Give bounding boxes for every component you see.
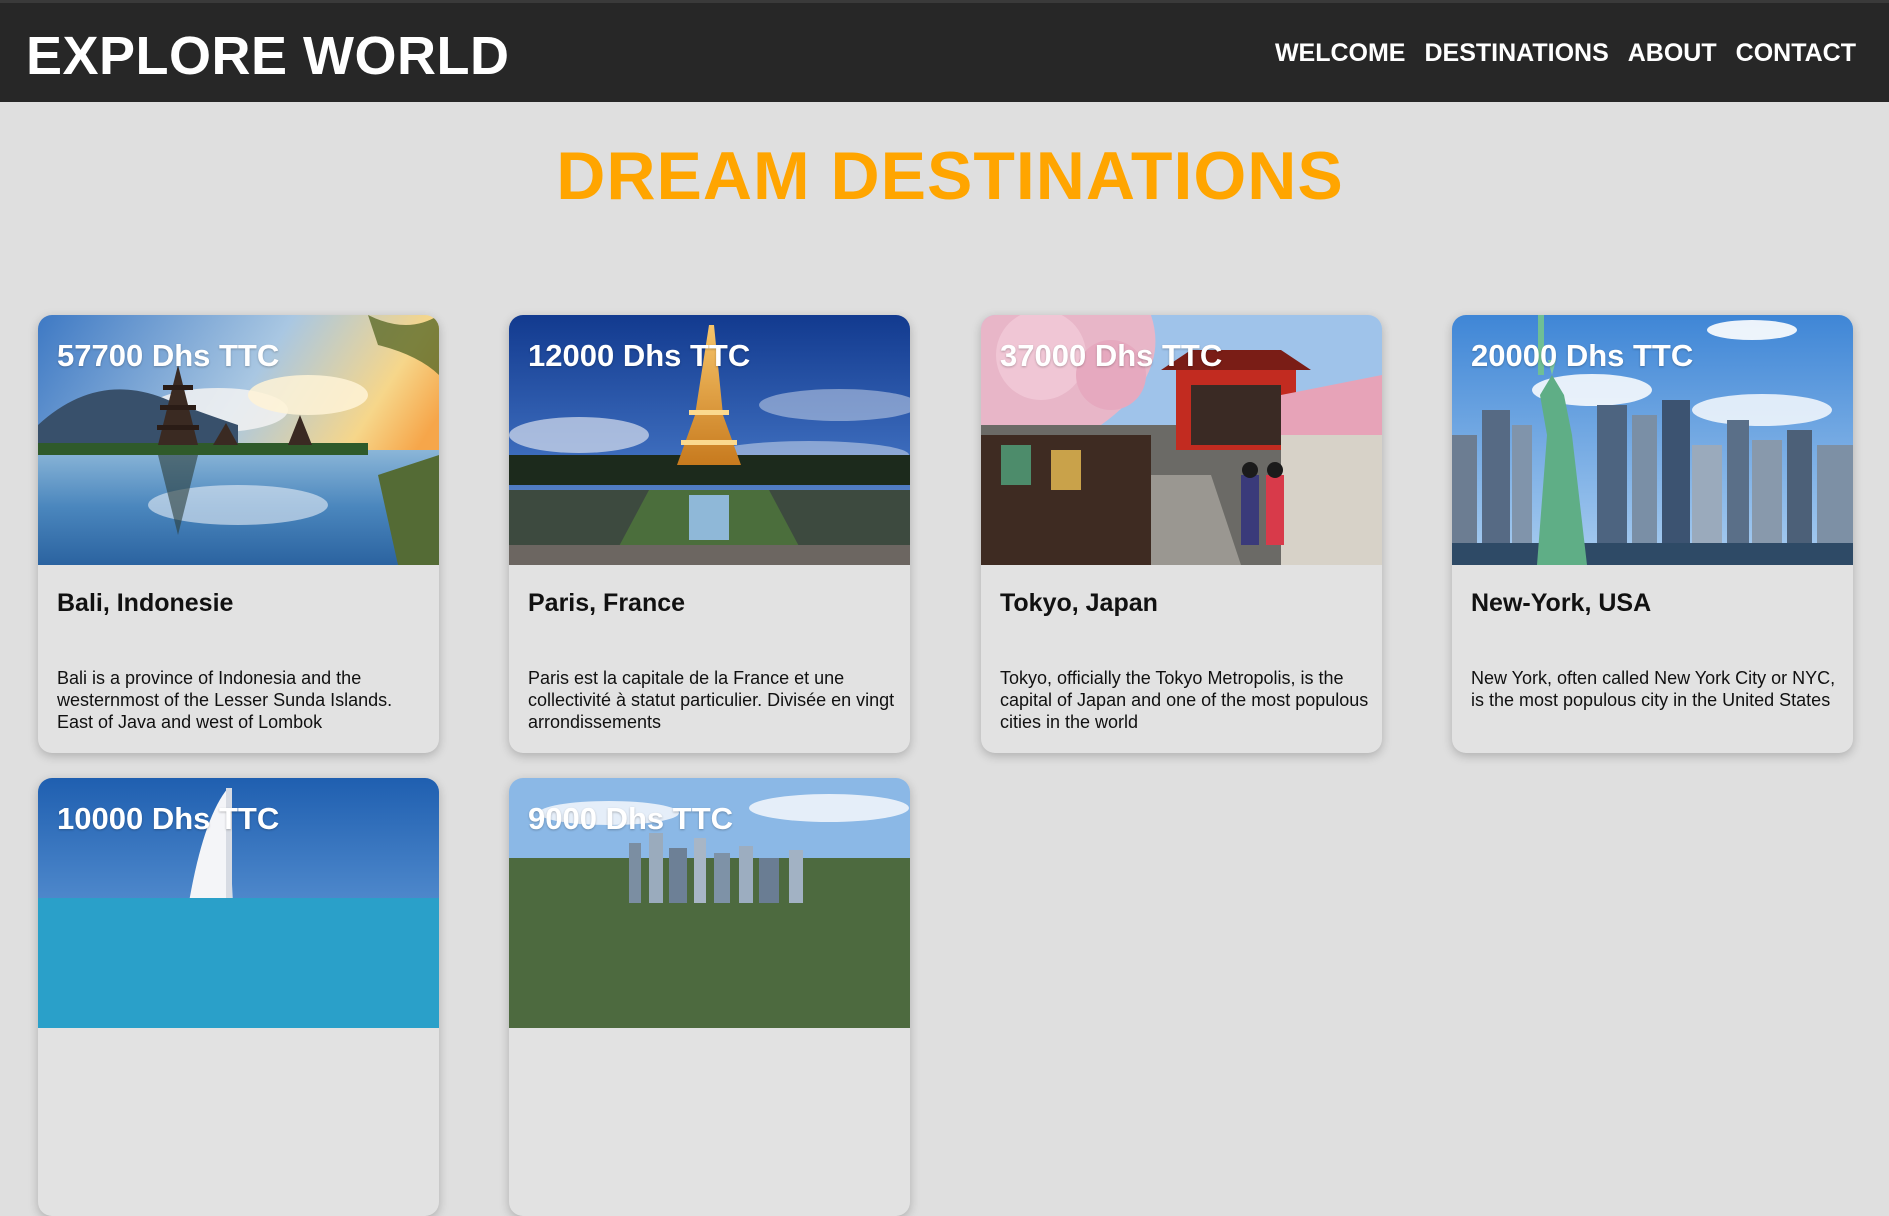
price-label: 12000 Dhs TTC	[528, 338, 751, 373]
destination-card-tokyo[interactable]: 37000 Dhs TTC Tokyo, Japan Tokyo, offici…	[981, 315, 1382, 753]
card-description: Paris est la capitale de la France et un…	[528, 668, 895, 732]
card-image: 10000 Dhs TTC	[38, 778, 439, 1028]
top-navbar: EXPLORE WORLD WELCOME DESTINATIONS ABOUT…	[0, 0, 1889, 102]
nav-link-welcome[interactable]: WELCOME	[1275, 39, 1406, 68]
card-title: Tokyo, Japan	[1000, 589, 1158, 617]
card-title: Paris, France	[528, 589, 686, 617]
price-label: 10000 Dhs TTC	[57, 801, 280, 836]
main-nav: WELCOME DESTINATIONS ABOUT CONTACT	[1275, 39, 1856, 68]
destination-card-bali[interactable]: 57700 Dhs TTC Bali, Indonesie Bali is a …	[38, 315, 439, 753]
card-description: Tokyo, officially the Tokyo Metropolis, …	[1000, 668, 1369, 732]
page-title: DREAM DESTINATIONS	[556, 138, 1344, 214]
nav-link-destinations[interactable]: DESTINATIONS	[1424, 39, 1608, 68]
card-image: 57700 Dhs TTC	[38, 315, 439, 565]
card-title: New-York, USA	[1471, 589, 1652, 617]
nav-link-contact[interactable]: CONTACT	[1736, 39, 1856, 68]
card-description: Bali is a province of Indonesia and the …	[57, 668, 393, 732]
price-label: 37000 Dhs TTC	[1000, 338, 1223, 373]
price-label: 20000 Dhs TTC	[1471, 338, 1694, 373]
card-title: Bali, Indonesie	[57, 589, 234, 617]
price-label: 57700 Dhs TTC	[57, 338, 280, 373]
card-image: 20000 Dhs TTC	[1452, 315, 1853, 565]
card-image: 9000 Dhs TTC	[509, 778, 910, 1028]
destination-card-paris[interactable]: 12000 Dhs TTC Paris, France Paris est la…	[509, 315, 910, 753]
destination-card-dubai[interactable]: 10000 Dhs TTC	[38, 778, 439, 1216]
card-image: 12000 Dhs TTC	[509, 315, 910, 565]
site-logo[interactable]: EXPLORE WORLD	[26, 25, 510, 87]
card-description: New York, often called New York City or …	[1471, 668, 1836, 710]
price-label: 9000 Dhs TTC	[528, 801, 734, 836]
destination-card-city[interactable]: 9000 Dhs TTC	[509, 778, 910, 1216]
card-image: 37000 Dhs TTC	[981, 315, 1382, 565]
destination-card-new-york[interactable]: 20000 Dhs TTC New-York, USA New York, of…	[1452, 315, 1853, 753]
nav-link-about[interactable]: ABOUT	[1628, 39, 1717, 68]
